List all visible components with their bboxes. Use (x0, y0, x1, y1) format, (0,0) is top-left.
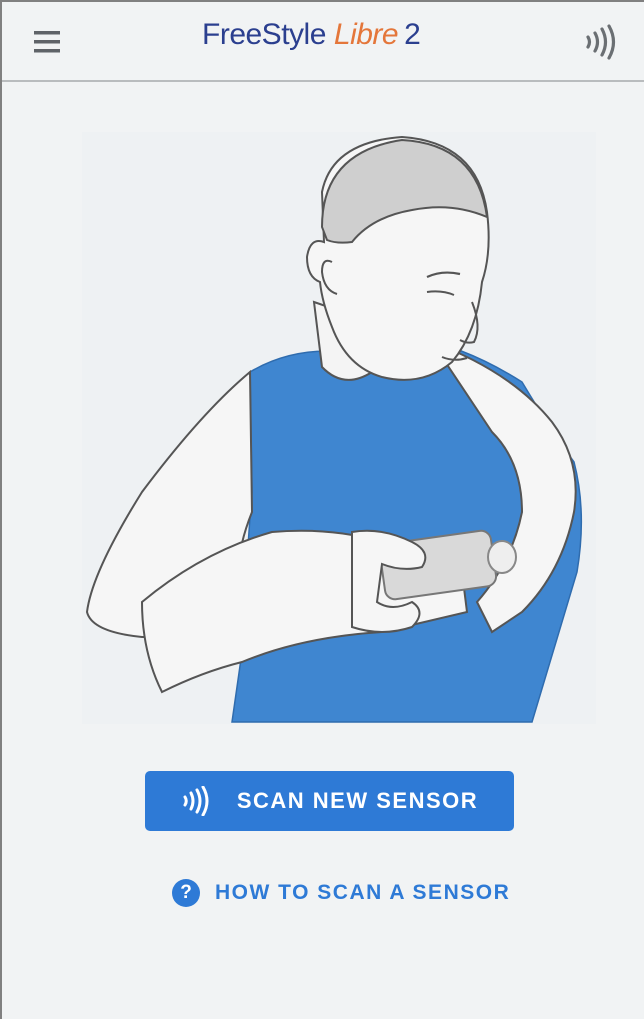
app-logo: FreeStyle Libre 2 (202, 18, 421, 62)
nfc-scan-icon (183, 786, 209, 816)
logo-number: 2 (404, 18, 421, 51)
menu-button[interactable] (30, 26, 66, 58)
app-screen: FreeStyle Libre 2 SCAN NEW SENSOR ? HOW … (0, 0, 644, 1019)
nfc-scan-icon (586, 24, 616, 60)
logo-libre: Libre (333, 18, 399, 51)
scan-illustration (82, 132, 596, 724)
hamburger-menu-icon (34, 31, 60, 53)
person-scanning-arm-sensor-illustration (85, 135, 583, 723)
scan-new-sensor-label: SCAN NEW SENSOR (236, 788, 479, 813)
question-circle-icon: ? (172, 879, 200, 907)
logo-freestyle: FreeStyle (202, 18, 326, 51)
how-to-scan-link[interactable]: ? HOW TO SCAN A SENSOR (172, 876, 510, 910)
app-header: FreeStyle Libre 2 (2, 2, 644, 82)
scan-new-sensor-button[interactable]: SCAN NEW SENSOR (145, 771, 514, 831)
header-scan-button[interactable] (582, 24, 626, 60)
how-to-scan-label: HOW TO SCAN A SENSOR (215, 881, 511, 904)
